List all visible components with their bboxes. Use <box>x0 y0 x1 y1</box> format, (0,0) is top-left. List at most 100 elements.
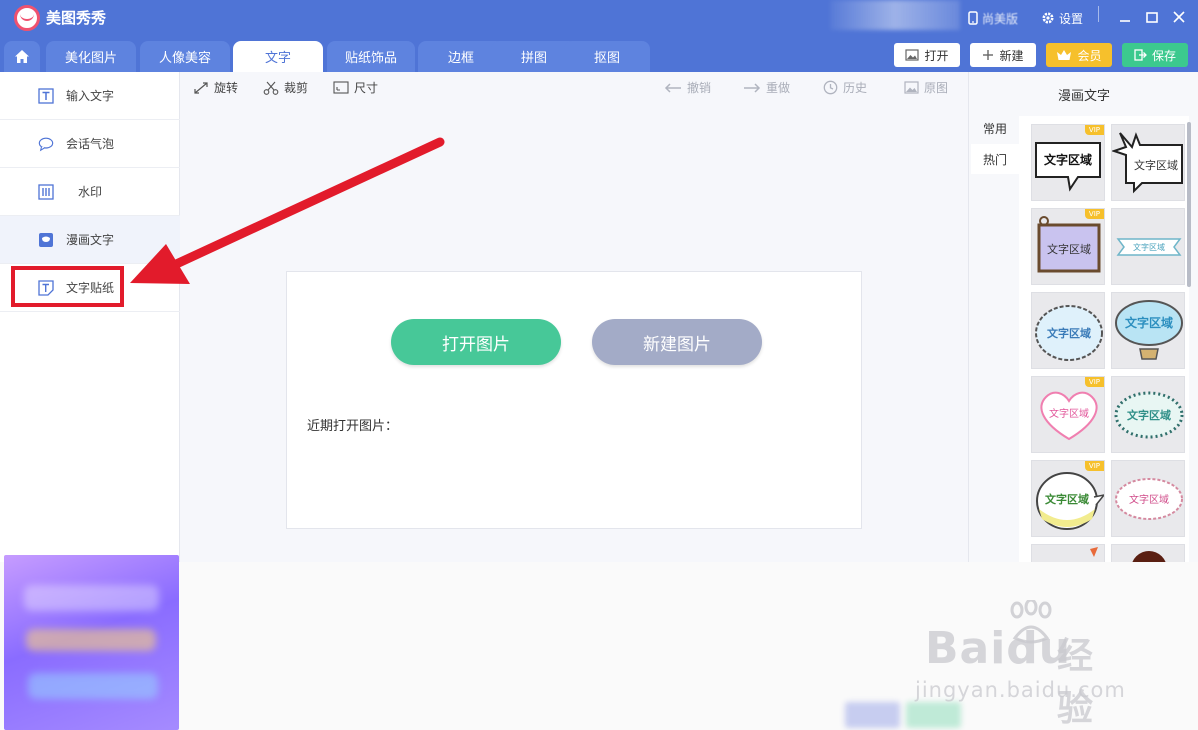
promo-banner[interactable] <box>4 555 179 730</box>
crown-icon <box>1057 50 1072 60</box>
watermark-url: jingyan.baidu.com <box>915 678 1126 702</box>
watermark-brand: Baidu <box>925 623 1072 674</box>
redo-tool[interactable]: 重做 <box>743 79 790 96</box>
speech-bubble-icon <box>38 136 54 152</box>
tab-cutout[interactable]: 抠图 <box>564 41 650 72</box>
tab-portrait[interactable]: 人像美容 <box>140 41 230 72</box>
character-sticker-icon <box>1132 551 1166 562</box>
title-bar: 美图秀秀 尚美版 设置 美化图片 人像美容 文字 贴纸饰品 边框 拼图 抠图 打… <box>0 0 1198 72</box>
settings-label: 设置 <box>1059 11 1084 26</box>
sticker-text: 文字区域 <box>1045 492 1089 506</box>
highlight-annotation-box <box>11 266 124 307</box>
maximize-button[interactable] <box>1141 6 1163 28</box>
picture-icon <box>904 81 919 94</box>
sticker-text: 文字区域 <box>1047 242 1091 256</box>
new-image-button[interactable]: 新建图片 <box>592 319 762 365</box>
heart-bubble-icon: 文字区域 <box>1040 391 1098 441</box>
text-t-icon <box>38 87 54 104</box>
tab-stickers[interactable]: 贴纸饰品 <box>327 41 415 72</box>
sticker-thumbnail[interactable]: 文字区域 <box>1111 460 1185 537</box>
right-panel: 漫画文字 常用 热门 文字区域 VIP 文字区域 文字区域 VIP 文字区域 文… <box>968 72 1198 562</box>
recent-images-label: 近期打开图片： <box>307 419 399 434</box>
sidebar-item-input-text[interactable]: 输入文字 <box>0 72 180 120</box>
version-label: 尚美版 <box>982 11 1019 26</box>
vip-button[interactable]: 会员 <box>1046 43 1112 67</box>
close-button[interactable] <box>1168 6 1190 28</box>
sticker-thumbnail[interactable]: 文字区域 <box>1111 376 1185 453</box>
user-info-blurred <box>830 0 960 30</box>
open-image-button[interactable]: 打开图片 <box>391 319 561 365</box>
left-sidebar: 输入文字 会话气泡 水印 漫画文字 文字贴纸 <box>0 72 180 562</box>
sidebar-item-label: 水印 <box>78 185 103 199</box>
vip-badge: VIP <box>1084 377 1104 387</box>
sticker-thumbnail[interactable]: 文字区域 VIP <box>1031 376 1105 453</box>
rocket-sticker-icon <box>1090 547 1098 557</box>
tab-hot[interactable]: 热门 <box>971 144 1019 174</box>
edit-toolbar: 旋转 裁剪 尺寸 撤销 重做 历史 原图 <box>180 72 968 102</box>
sidebar-item-label: 漫画文字 <box>66 233 115 247</box>
clock-icon <box>823 80 838 95</box>
minimize-icon <box>1120 20 1130 22</box>
sticker-thumbnail[interactable]: 文字区域 <box>1111 292 1185 369</box>
cloud-bubble-icon: 文字区域 <box>1035 305 1103 361</box>
undo-tool[interactable]: 撤销 <box>664 79 711 96</box>
pink-bubble-icon: 文字区域 <box>1115 478 1183 520</box>
vip-badge: VIP <box>1084 125 1104 135</box>
burst-bubble-icon: 文字区域 <box>1112 132 1183 194</box>
tab-text[interactable]: 文字 <box>233 41 323 72</box>
open-button[interactable]: 打开 <box>894 43 960 67</box>
tab-beautify[interactable]: 美化图片 <box>46 41 136 72</box>
sticker-thumbnail[interactable]: 文字区域 VIP <box>1031 124 1105 201</box>
sticker-thumbnail[interactable] <box>1111 544 1185 562</box>
start-card: 打开图片 新建图片 近期打开图片： <box>286 271 862 529</box>
crop-tool[interactable]: 裁剪 <box>263 79 308 96</box>
bottom-button-faded[interactable] <box>845 702 900 728</box>
rotate-icon <box>194 81 208 94</box>
hanging-sign-icon: 文字区域 <box>1037 216 1101 273</box>
new-button[interactable]: 新建 <box>970 43 1036 67</box>
undo-arrow-icon <box>664 82 681 93</box>
ribbon-banner-icon: 文字区域 <box>1116 238 1182 256</box>
sticker-text: 文字区域 <box>1134 158 1178 172</box>
export-icon <box>1134 49 1147 61</box>
sticker-text: 文字区域 <box>1049 407 1089 420</box>
resize-icon <box>333 81 349 94</box>
sidebar-item-watermark[interactable]: 水印 <box>0 168 180 216</box>
maximize-icon <box>1146 12 1158 23</box>
home-icon <box>15 50 29 63</box>
plus-icon <box>983 50 994 60</box>
rotate-tool[interactable]: 旋转 <box>193 79 238 96</box>
sticker-thumbnail[interactable]: 文字区域 <box>1031 292 1105 369</box>
speech-bubble-icon: 文字区域 <box>1035 142 1101 192</box>
comic-text-icon <box>38 232 54 248</box>
balloon-bubble-icon: 文字区域 <box>1115 300 1183 360</box>
home-tab[interactable] <box>4 41 40 72</box>
titlebar-separator <box>1098 6 1099 22</box>
tab-common[interactable]: 常用 <box>971 113 1019 143</box>
phone-icon <box>968 11 978 25</box>
bottom-button-faded[interactable] <box>906 702 961 728</box>
panel-scrollbar[interactable] <box>1187 122 1191 287</box>
sticker-thumbnail[interactable]: 文字区域 <box>1111 124 1185 201</box>
dotted-bubble-icon: 文字区域 <box>1114 391 1184 439</box>
version-switch[interactable]: 尚美版 <box>968 8 1018 28</box>
sidebar-item-speech-bubble[interactable]: 会话气泡 <box>0 120 180 168</box>
sticker-thumbnail[interactable]: 文字区域 VIP <box>1031 208 1105 285</box>
app-logo-icon <box>14 5 40 31</box>
redo-arrow-icon <box>744 82 761 93</box>
settings-button[interactable]: 设置 <box>1041 8 1083 28</box>
minimize-button[interactable] <box>1114 6 1136 28</box>
sticker-thumbnail[interactable]: 文字区域 VIP <box>1031 460 1105 537</box>
save-button[interactable]: 保存 <box>1122 43 1188 67</box>
sticker-thumbnail[interactable]: 文字区域 <box>1111 208 1185 285</box>
close-icon <box>1173 11 1185 23</box>
sticker-thumbnail[interactable] <box>1031 544 1105 562</box>
sticker-grid: 文字区域 VIP 文字区域 文字区域 VIP 文字区域 文字区域 文字区域 文字… <box>1019 116 1189 562</box>
original-tool[interactable]: 原图 <box>904 79 948 96</box>
history-tool[interactable]: 历史 <box>823 79 867 96</box>
sidebar-item-label: 会话气泡 <box>66 137 115 151</box>
sticker-text: 文字区域 <box>1129 493 1169 506</box>
sidebar-item-comic-text[interactable]: 漫画文字 <box>0 216 180 264</box>
size-tool[interactable]: 尺寸 <box>333 79 378 96</box>
scissors-icon <box>263 81 279 95</box>
